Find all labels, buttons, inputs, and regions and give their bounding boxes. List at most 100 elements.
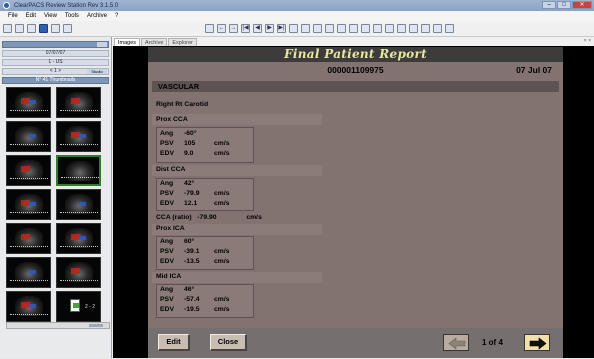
study-date-row[interactable]: 07/07/07	[2, 50, 109, 57]
section-title: VASCULAR	[158, 82, 200, 91]
invert-icon[interactable]	[361, 24, 370, 33]
menu-edit[interactable]: Edit	[26, 13, 36, 19]
group-name: Dist CCA	[156, 166, 186, 173]
thumbnail-4[interactable]	[56, 121, 101, 152]
thumbnail-grid: 2 - 2	[6, 87, 110, 359]
report-icon	[70, 299, 80, 312]
window-level-icon[interactable]	[289, 24, 298, 33]
thumbnail-9[interactable]	[6, 223, 51, 254]
menu-view[interactable]: View	[44, 13, 57, 19]
measurement-row: EDV 12.1 cm/s	[160, 200, 230, 207]
patient-report: Final Patient Report 000001109975 07 Jul…	[148, 47, 563, 358]
close-icon[interactable]: ✕	[572, 1, 592, 9]
annotate-icon[interactable]	[337, 24, 346, 33]
series-row[interactable]: 1 - US	[2, 59, 109, 66]
next-page-button[interactable]	[524, 334, 550, 351]
layout-2x2-icon[interactable]	[421, 24, 430, 33]
grid-icon[interactable]	[27, 24, 36, 33]
arrow-right-icon[interactable]: →	[229, 24, 238, 33]
thumbnail-3[interactable]	[6, 121, 51, 152]
open-icon[interactable]	[3, 24, 12, 33]
print-icon[interactable]	[63, 24, 72, 33]
prev-frame-icon[interactable]: ◀	[253, 24, 262, 33]
thumbnail-11[interactable]	[6, 257, 51, 288]
cca-ratio-unit: cm/s	[246, 214, 262, 221]
edit-button[interactable]: Edit	[158, 334, 190, 351]
stack-row[interactable]: < 1 > Studio	[2, 68, 109, 75]
layout-1x1-icon[interactable]	[409, 24, 418, 33]
group-name: Mid ICA	[156, 273, 182, 280]
measurement-box: Ang 46° PSV -57.4 cm/s EDV -19.5 cm/s	[156, 284, 254, 318]
report-date: 07 Jul 07	[516, 65, 552, 75]
thumbnail-8[interactable]	[56, 189, 101, 220]
minimize-icon[interactable]: –	[542, 1, 556, 9]
measurement-box: Ang 60° PSV -39.1 cm/s EDV -13.5 cm/s	[156, 236, 254, 270]
measurement-row: EDV -19.5 cm/s	[160, 306, 230, 313]
thumbnail-12[interactable]	[56, 257, 101, 288]
studio-button[interactable]: Studio	[87, 69, 107, 74]
pan-icon[interactable]	[325, 24, 334, 33]
arrow-left-icon[interactable]: ←	[217, 24, 226, 33]
thumbnails-header[interactable]: N° 41 Thumbnails	[2, 77, 109, 84]
page-indicator: 1 of 4	[482, 338, 503, 347]
toolbar: ← → |◀ ◀ ▶ ▶|	[0, 21, 594, 37]
subsection-title: Right Rt Carotid	[156, 101, 209, 108]
play-icon[interactable]: ▶	[265, 24, 274, 33]
close-button[interactable]: Close	[210, 334, 247, 351]
thumbnail-report[interactable]: 2 - 2	[56, 291, 101, 322]
patient-id: 000001109975	[327, 65, 384, 75]
toolbar-left	[0, 24, 72, 33]
scrollbar-thumb[interactable]	[89, 324, 103, 327]
tab-close-controls[interactable]: × ×	[584, 38, 591, 44]
study-date: 07/07/07	[45, 50, 66, 56]
thumbnail-2[interactable]	[56, 87, 101, 118]
first-frame-icon[interactable]: |◀	[241, 24, 250, 33]
cine-icon[interactable]	[385, 24, 394, 33]
menu-tools[interactable]: Tools	[65, 13, 79, 19]
title-bar: ClearPACS Review Station Rev 3.1.5.0 – □…	[0, 0, 594, 11]
thumbnail-13[interactable]	[6, 291, 51, 322]
zoom-icon[interactable]	[313, 24, 322, 33]
save-icon[interactable]	[15, 24, 24, 33]
thumbnail-7[interactable]	[6, 189, 51, 220]
menu-help[interactable]: ?	[115, 13, 118, 19]
menu-archive[interactable]: Archive	[87, 13, 107, 19]
app-window: ClearPACS Review Station Rev 3.1.5.0 – □…	[0, 0, 594, 358]
panel-collapse-button[interactable]	[97, 42, 107, 47]
series-label: 1 - US	[48, 59, 63, 65]
arrow-right-icon	[529, 337, 547, 350]
panel-header[interactable]	[2, 41, 109, 48]
measurement-row: Ang -60°	[160, 130, 197, 137]
report-icon[interactable]	[397, 24, 406, 33]
group-name: Prox CCA	[156, 116, 188, 123]
cca-ratio-label: CCA (ratio)	[156, 214, 192, 221]
thumbnail-6[interactable]	[56, 155, 101, 186]
report-title: Final Patient Report	[148, 47, 563, 62]
record-icon[interactable]	[39, 24, 48, 33]
cca-ratio-value: -79.90	[197, 214, 217, 221]
previous-page-button[interactable]	[443, 334, 469, 351]
layout-icon[interactable]	[51, 24, 60, 33]
next-frame-icon[interactable]: ▶|	[277, 24, 286, 33]
menu-file[interactable]: File	[8, 13, 18, 19]
measurement-row: EDV 9.0 cm/s	[160, 150, 230, 157]
window-icon[interactable]	[205, 24, 214, 33]
thumbnail-scrollbar[interactable]	[6, 322, 110, 329]
measurement-row: PSV -57.4 cm/s	[160, 296, 230, 303]
window-controls: – □ ✕	[542, 1, 592, 9]
export-icon[interactable]	[445, 24, 454, 33]
report-page-label: 2 - 2	[84, 304, 95, 310]
thumbnails-label: N° 41 Thumbnails	[35, 77, 76, 83]
thumbnail-1[interactable]	[6, 87, 51, 118]
reset-icon[interactable]	[373, 24, 382, 33]
thumbnail-10[interactable]	[56, 223, 101, 254]
rotate-icon[interactable]	[349, 24, 358, 33]
report-footer: Edit Close 1 of 4	[148, 328, 563, 358]
cca-ratio-row: CCA (ratio) -79.90 cm/s	[156, 214, 262, 221]
measurement-box: Ang 42° PSV -79.9 cm/s EDV 12.1 cm/s	[156, 178, 254, 211]
compare-icon[interactable]	[433, 24, 442, 33]
maximize-icon[interactable]: □	[557, 1, 571, 9]
thumbnail-5[interactable]	[6, 155, 51, 186]
measure-icon[interactable]	[301, 24, 310, 33]
app-icon	[3, 2, 10, 9]
